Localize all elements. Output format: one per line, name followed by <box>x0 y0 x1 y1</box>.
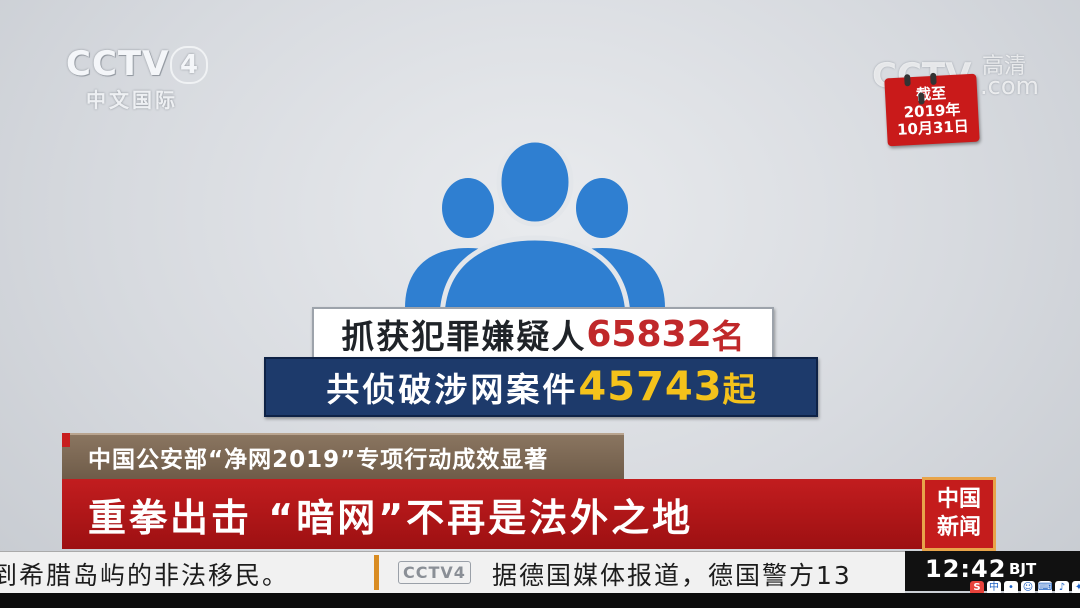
suspects-value: 65832 <box>586 313 712 355</box>
subtitle-text: 中国公安部“净网2019”专项行动成效显著 <box>88 447 549 473</box>
cases-value: 45743 <box>578 364 723 410</box>
suspects-unit: 名 <box>711 317 745 356</box>
suspects-stat-box: 抓获犯罪嫌疑人 65832 名 <box>312 307 774 361</box>
date-line-3: 10月31日 <box>896 117 970 139</box>
hd-com: .com <box>980 72 1039 100</box>
ticker-divider <box>374 555 379 590</box>
ticker-left-text: 到希腊岛屿的非法移民。 <box>0 561 290 590</box>
bottom-black-bar <box>0 593 1080 608</box>
subtitle-accent <box>62 433 70 447</box>
headline-text: 重拳出击 “暗网”不再是法外之地 <box>88 495 694 540</box>
headline-banner: 重拳出击 “暗网”不再是法外之地 <box>62 479 922 549</box>
channel-subname: 中文国际 <box>86 88 178 112</box>
program-logo: 中国 新闻 <box>922 477 996 551</box>
clock-zone: BJT <box>1009 560 1037 578</box>
channel-number: 4 <box>170 46 208 84</box>
cases-unit: 起 <box>722 370 756 409</box>
ticker-channel-logo: CCTV4 <box>398 561 471 584</box>
channel-logo: CCTV 4 中文国际 <box>66 44 208 114</box>
calendar-rings-icon <box>898 68 962 105</box>
program-logo-line1: 中国 <box>936 487 981 512</box>
people-group-icon <box>405 140 665 320</box>
news-ticker: 到希腊岛屿的非法移民。 CCTV4 据德国媒体报道，德国警方13 <box>0 551 905 594</box>
cases-stat-box: 共侦破涉网案件 45743 起 <box>264 357 818 417</box>
suspects-label: 抓获犯罪嫌疑人 <box>341 317 587 356</box>
subtitle-banner: 中国公安部“净网2019”专项行动成效显著 <box>62 433 624 479</box>
clock-time: 12:42 <box>925 555 1007 583</box>
cases-label: 共侦破涉网案件 <box>326 370 579 409</box>
program-logo-line2: 新闻 <box>936 515 981 540</box>
ticker-right-text: 据德国媒体报道，德国警方13 <box>492 561 852 590</box>
date-calendar-badge: 截至 2019年 10月31日 <box>884 72 980 147</box>
